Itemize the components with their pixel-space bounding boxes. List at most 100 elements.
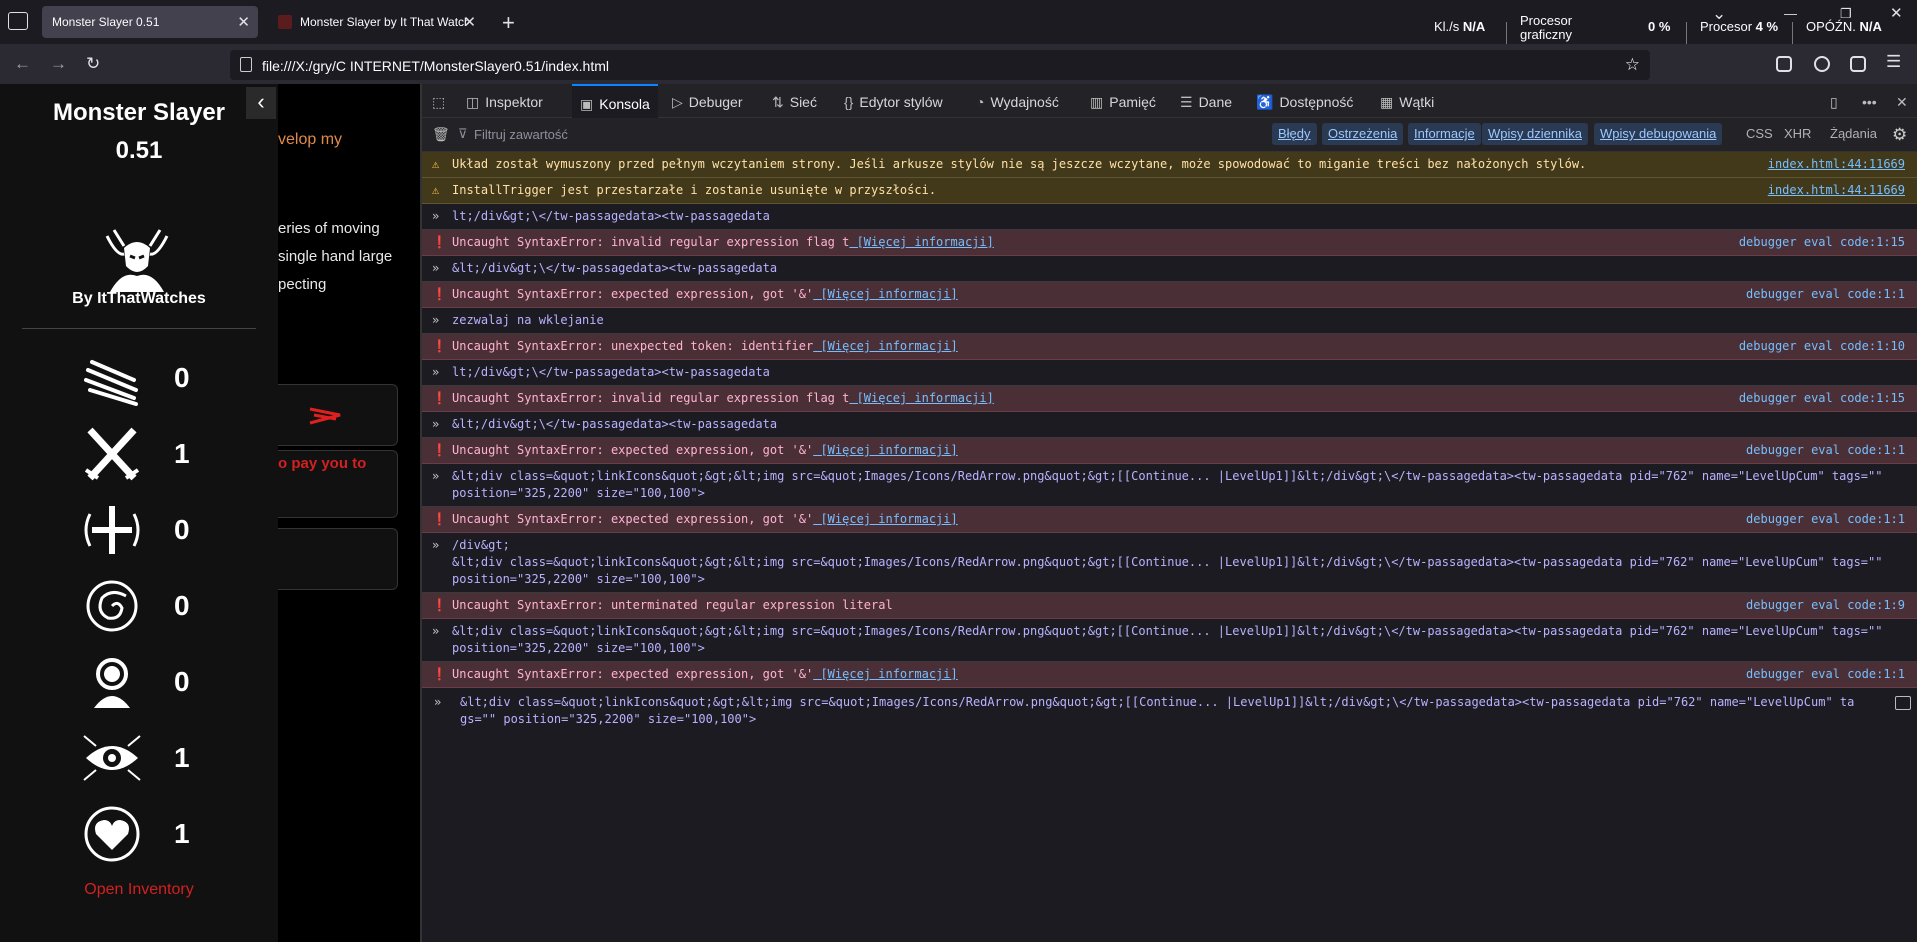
console-input[interactable]: » &lt;div class=&quot;linkIcons&quot;&gt;… xyxy=(422,688,1917,734)
more-info-link[interactable]: [Więcej informacji] xyxy=(813,339,957,353)
tab-console[interactable]: ▣ Konsola xyxy=(572,84,658,118)
filter-errors[interactable]: Błędy xyxy=(1272,123,1317,145)
console-input-row[interactable]: » lt;/div&gt;\</tw-passagedata><tw-passag… xyxy=(422,360,1917,386)
minimize-icon[interactable]: — xyxy=(1784,6,1797,21)
extensions-icon[interactable] xyxy=(1850,56,1866,72)
filter-requests[interactable]: Żądania xyxy=(1824,123,1883,145)
more-info-link[interactable]: [Więcej informacji] xyxy=(849,391,994,405)
message-text: lt;/div&gt;\</tw-passagedata><tw-passage… xyxy=(452,365,770,379)
message-text: Uncaught SyntaxError: unterminated regul… xyxy=(452,598,893,612)
console-error-row[interactable]: ❗ Uncaught SyntaxError: invalid regular e… xyxy=(422,230,1917,256)
story-choice-box[interactable] xyxy=(278,528,398,590)
console-error-row[interactable]: ❗ Uncaught SyntaxError: unexpected token:… xyxy=(422,334,1917,360)
restore-icon[interactable]: ❐ xyxy=(1840,6,1852,22)
more-info-link[interactable]: [Więcej informacji] xyxy=(813,512,957,526)
editor-mode-icon[interactable] xyxy=(1895,696,1911,710)
console-input-row[interactable]: » /div&gt; &lt;div class=&quot;linkIcons&… xyxy=(422,533,1917,593)
story-choice-box[interactable] xyxy=(278,384,398,446)
message-text: InstallTrigger jest przestarzałe i zosta… xyxy=(452,183,937,197)
console-error-row[interactable]: ❗ Uncaught SyntaxError: expected expressi… xyxy=(422,438,1917,464)
braces-icon: {} xyxy=(844,94,854,110)
close-tab-icon[interactable]: ✕ xyxy=(463,13,476,31)
source-link[interactable]: debugger eval code:1:1 xyxy=(1746,511,1905,528)
source-link[interactable]: debugger eval code:1:15 xyxy=(1739,390,1905,407)
url-bar[interactable]: file:///X:/gry/C INTERNET/MonsterSlayer0… xyxy=(230,50,1650,80)
more-options-icon[interactable]: ••• xyxy=(1862,84,1883,118)
console-error-row[interactable]: ❗ Uncaught SyntaxError: expected expressi… xyxy=(422,282,1917,308)
console-error-row[interactable]: ❗ Uncaught SyntaxError: invalid regular e… xyxy=(422,386,1917,412)
stat-value: 1 xyxy=(174,742,190,773)
pocket-icon[interactable] xyxy=(1776,56,1792,72)
collapse-sidebar-button[interactable]: ‹ xyxy=(246,87,276,119)
more-info-link[interactable]: [Więcej informacji] xyxy=(813,287,957,301)
chevron-down-icon[interactable]: ⌄ xyxy=(1712,4,1726,24)
filter-info[interactable]: Informacje xyxy=(1408,123,1481,145)
dock-icon[interactable]: ▯ xyxy=(1830,84,1844,118)
stat-row: 0 xyxy=(82,350,232,410)
console-icon: ▣ xyxy=(580,96,594,112)
more-info-link[interactable]: [Więcej informacji] xyxy=(813,443,957,457)
console-input-row[interactable]: » lt;/div&gt;\</tw-passagedata><tw-passag… xyxy=(422,204,1917,230)
console-input-row[interactable]: » &lt;div class=&quot;linkIcons&quot;&gt;… xyxy=(422,619,1917,662)
message-text: zezwalaj na wklejanie xyxy=(452,313,604,327)
story-choice-box[interactable]: o pay you to xyxy=(278,450,398,518)
source-link[interactable]: debugger eval code:1:1 xyxy=(1746,442,1905,459)
account-icon[interactable] xyxy=(1814,56,1830,72)
tab-threads[interactable]: ▦ Wątki xyxy=(1380,84,1434,118)
close-window-icon[interactable]: ✕ xyxy=(1890,4,1903,22)
console-input-row[interactable]: » zezwalaj na wklejanie xyxy=(422,308,1917,334)
open-inventory-link[interactable]: Open Inventory xyxy=(0,881,278,899)
console-warning-row[interactable]: ⚠ Układ został wymuszony przed pełnym wcz… xyxy=(422,152,1917,178)
list-all-tabs-icon[interactable] xyxy=(8,12,28,30)
filter-logs[interactable]: Wpisy dziennika xyxy=(1482,123,1588,145)
filter-input[interactable]: Filtruj zawartość xyxy=(474,127,568,142)
console-input-row[interactable]: » &lt;div class=&quot;linkIcons&quot;&gt;… xyxy=(422,464,1917,507)
menu-icon[interactable]: ☰ xyxy=(1886,52,1901,72)
console-error-row[interactable]: ❗ Uncaught SyntaxError: expected expressi… xyxy=(422,662,1917,688)
back-icon[interactable]: ← xyxy=(14,54,31,74)
tab-accessibility[interactable]: ♿ Dostępność xyxy=(1256,84,1353,118)
tab-inspector[interactable]: ◫ Inspektor xyxy=(466,84,543,118)
forward-icon[interactable]: → xyxy=(50,54,67,74)
source-link[interactable]: debugger eval code:1:15 xyxy=(1739,234,1905,251)
tab-storage[interactable]: ☰ Dane xyxy=(1180,84,1232,118)
filter-xhr[interactable]: XHR xyxy=(1778,123,1817,145)
error-icon: ❗ xyxy=(432,667,447,681)
tab-memory[interactable]: ▥ Pamięć xyxy=(1090,84,1156,118)
console-warning-row[interactable]: ⚠ InstallTrigger jest przestarzałe i zost… xyxy=(422,178,1917,204)
tab-performance[interactable]: ◔ Wydajność xyxy=(976,84,1059,118)
console-input-row[interactable]: » &lt;/div&gt;\</tw-passagedata><tw-passa… xyxy=(422,256,1917,282)
itch-favicon-icon xyxy=(278,15,292,29)
more-info-link[interactable]: [Więcej informacji] xyxy=(813,667,957,681)
element-picker-icon[interactable]: ⬚ xyxy=(432,84,451,118)
close-devtools-icon[interactable]: ✕ xyxy=(1896,84,1914,118)
source-link[interactable]: index.html:44:11669 xyxy=(1768,182,1905,199)
tab-network[interactable]: ⇅ Sieć xyxy=(772,84,817,118)
tab-debugger[interactable]: ▷ Debuger xyxy=(672,84,742,118)
source-link[interactable]: debugger eval code:1:1 xyxy=(1746,286,1905,303)
file-icon xyxy=(240,57,252,72)
tab-monster-slayer[interactable]: Monster Slayer 0.51 ✕ xyxy=(42,6,258,38)
gear-icon[interactable]: ⚙ xyxy=(1892,125,1907,145)
tab-style-editor[interactable]: {} Edytor stylów xyxy=(844,84,943,118)
source-link[interactable]: index.html:44:11669 xyxy=(1768,156,1905,173)
filter-icon: ⊽ xyxy=(458,126,468,141)
story-text: velop my xyxy=(278,131,343,148)
source-link[interactable]: debugger eval code:1:10 xyxy=(1739,338,1905,355)
tab-label: Monster Slayer by It That Watch xyxy=(300,15,468,29)
console-error-row[interactable]: ❗ Uncaught SyntaxError: unterminated regu… xyxy=(422,593,1917,619)
console-input-row[interactable]: » &lt;/div&gt;\</tw-passagedata><tw-passa… xyxy=(422,412,1917,438)
filter-css[interactable]: CSS xyxy=(1740,123,1779,145)
new-tab-icon[interactable]: + xyxy=(502,10,515,36)
trash-icon[interactable]: 🗑 xyxy=(432,126,450,143)
filter-warnings[interactable]: Ostrzeżenia xyxy=(1322,123,1404,145)
console-error-row[interactable]: ❗ Uncaught SyntaxError: expected expressi… xyxy=(422,507,1917,533)
more-info-link[interactable]: [Więcej informacji] xyxy=(849,235,994,249)
filter-debug[interactable]: Wpisy debugowania xyxy=(1594,123,1723,145)
tab-itch[interactable]: Monster Slayer by It That Watch ✕ xyxy=(268,6,484,38)
reload-icon[interactable]: ↻ xyxy=(86,54,100,74)
star-icon[interactable]: ☆ xyxy=(1625,55,1640,75)
close-tab-icon[interactable]: ✕ xyxy=(237,13,250,31)
source-link[interactable]: debugger eval code:1:9 xyxy=(1746,597,1905,614)
source-link[interactable]: debugger eval code:1:1 xyxy=(1746,666,1905,683)
